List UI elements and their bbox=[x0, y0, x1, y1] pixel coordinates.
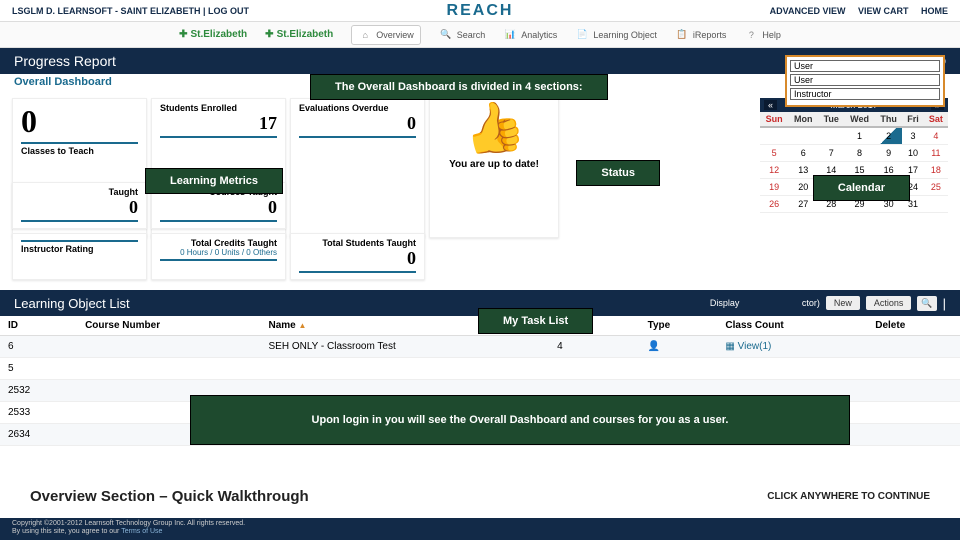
breadcrumb[interactable]: LSGLM D. LEARNSOFT - SAINT ELIZABETH | L… bbox=[12, 6, 324, 16]
actions-button[interactable]: Actions bbox=[866, 296, 912, 310]
metric-instructor-rating: Instructor Rating bbox=[12, 233, 147, 280]
cal-prev[interactable]: « bbox=[764, 100, 777, 110]
col-course-number[interactable]: Course Number bbox=[77, 316, 260, 336]
thumbs-up-icon: 👍 bbox=[435, 94, 554, 163]
help-icon: ? bbox=[744, 28, 758, 42]
footer: Copyright ©2001-2012 Learnsoft Technolog… bbox=[0, 518, 960, 540]
metric-total-credits: Total Credits Taught0 Hours / 0 Units / … bbox=[151, 233, 286, 280]
brand-logo: REACH bbox=[324, 2, 636, 20]
overlay-status: Status bbox=[576, 160, 660, 186]
group-option-user[interactable]: User bbox=[790, 60, 940, 72]
new-button[interactable]: New bbox=[826, 296, 860, 310]
nav-reports[interactable]: 📋iReports bbox=[675, 28, 727, 42]
nav-overview[interactable]: ⌂Overview bbox=[351, 25, 421, 45]
overlay-learning-metrics: Learning Metrics bbox=[145, 168, 283, 194]
group-option-instructor[interactable]: Instructor bbox=[790, 88, 940, 100]
search-lo-button[interactable]: 🔍 bbox=[917, 296, 936, 311]
org-logo-1: St.Elizabeth bbox=[179, 29, 247, 40]
overlay-my-task-list: My Task List bbox=[478, 308, 593, 334]
home-link[interactable]: HOME bbox=[921, 6, 948, 16]
view-cart-link[interactable]: VIEW CART bbox=[858, 6, 909, 16]
nav-search[interactable]: 🔍Search bbox=[439, 28, 486, 42]
home-icon: ⌂ bbox=[358, 28, 372, 42]
col-delete[interactable]: Delete bbox=[867, 316, 960, 336]
col-type[interactable]: Type bbox=[640, 316, 718, 336]
metric-taught: Taught0 bbox=[12, 182, 147, 229]
col-id[interactable]: ID bbox=[0, 316, 77, 336]
table-row[interactable]: 5 bbox=[0, 358, 960, 380]
tutorial-bottom-bar[interactable]: Overview Section – Quick Walkthrough CLI… bbox=[0, 474, 960, 518]
status-card: 👍You are up to date! bbox=[429, 98, 559, 238]
document-icon: 📄 bbox=[575, 28, 589, 42]
sort-asc-icon: ▲ bbox=[299, 321, 307, 330]
progress-title: Progress Report bbox=[14, 53, 918, 69]
group-dropdown-highlight: User User Instructor bbox=[785, 55, 945, 107]
nav-learning-object[interactable]: 📄Learning Object bbox=[575, 28, 657, 42]
nav-row: St.Elizabeth St.Elizabeth ⌂Overview 🔍Sea… bbox=[0, 22, 960, 48]
metric-total-students: Total Students Taught0 bbox=[290, 233, 425, 280]
col-class-count[interactable]: Class Count bbox=[717, 316, 867, 336]
terms-link[interactable]: Terms of Use bbox=[121, 528, 162, 535]
table-row[interactable]: 6SEH ONLY - Classroom Test4👤▦ View(1) bbox=[0, 336, 960, 358]
pipe-icon: | bbox=[943, 296, 946, 311]
analytics-icon: 📊 bbox=[503, 28, 517, 42]
lo-title: Learning Object List bbox=[14, 296, 710, 311]
group-option-user-2[interactable]: User bbox=[790, 74, 940, 86]
top-bar: LSGLM D. LEARNSOFT - SAINT ELIZABETH | L… bbox=[0, 0, 960, 22]
nav-analytics[interactable]: 📊Analytics bbox=[503, 28, 557, 42]
advanced-view-link[interactable]: ADVANCED VIEW bbox=[770, 6, 846, 16]
tutorial-title: Overview Section – Quick Walkthrough bbox=[30, 488, 309, 505]
search-icon: 🔍 bbox=[439, 28, 453, 42]
overlay-description: Upon login in you will see the Overall D… bbox=[190, 395, 850, 445]
overlay-calendar: Calendar bbox=[813, 175, 910, 201]
overlay-title: The Overall Dashboard is divided in 4 se… bbox=[310, 74, 608, 100]
nav-help[interactable]: ?Help bbox=[744, 28, 781, 42]
continue-hint: CLICK ANYWHERE TO CONTINUE bbox=[767, 491, 930, 502]
reports-icon: 📋 bbox=[675, 28, 689, 42]
org-logo-2: St.Elizabeth bbox=[265, 29, 333, 40]
